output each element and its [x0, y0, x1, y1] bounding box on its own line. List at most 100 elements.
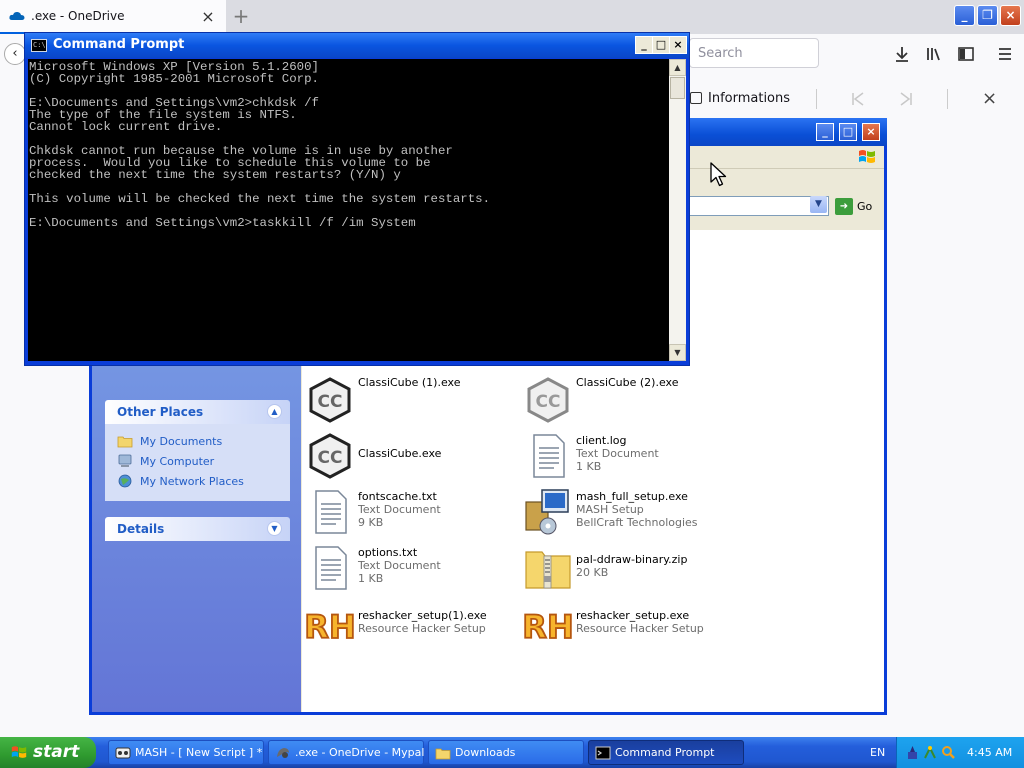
network-tray-icon[interactable] [923, 745, 938, 760]
file-type: Text Document [358, 503, 441, 516]
taskbar-button-label: Downloads [455, 746, 516, 759]
go-arrow-icon[interactable]: ➜ [835, 198, 853, 215]
place-my-network-places[interactable]: My Network Places [117, 473, 287, 491]
file-item[interactable]: mash_full_setup.exe MASH Setup BellCraft… [524, 488, 734, 538]
explorer-close-button[interactable]: × [862, 123, 880, 141]
place-label: My Computer [140, 455, 215, 468]
svg-text:CC: CC [318, 392, 343, 412]
tab-strip: .exe - OneDrive × + _ ❐ × [0, 0, 1024, 34]
file-item[interactable]: CC ClassiCube (1).exe [306, 376, 516, 426]
informations-label[interactable]: Informations [708, 91, 790, 106]
sidebar-icon[interactable] [956, 44, 976, 64]
file-size: 1 KB [576, 460, 602, 473]
browser-minimize-button[interactable]: _ [954, 5, 975, 26]
taskbar-button-label: MASH - [ New Script ] * [135, 746, 263, 759]
file-type: Text Document [576, 447, 659, 460]
previous-icon[interactable] [850, 91, 866, 107]
file-item[interactable]: RH reshacker_setup.exe Resource Hacker S… [524, 600, 734, 650]
other-places-panel: Other Places ▲ My Documents My Computer … [105, 400, 290, 501]
file-name: fontscache.txt [358, 490, 437, 503]
console-scrollbar[interactable]: ▲ ▼ [669, 59, 686, 361]
file-item[interactable]: client.log Text Document 1 KB [524, 432, 734, 482]
find-bar-close-icon[interactable]: × [982, 89, 997, 109]
taskbar-button-downloads[interactable]: Downloads [428, 740, 584, 765]
reshacker-icon: RH [524, 607, 572, 647]
windows-flag-icon [859, 150, 875, 163]
explorer-maximize-button[interactable]: □ [839, 123, 857, 141]
svg-text:RH: RH [524, 608, 572, 646]
taskbar-button-mash[interactable]: MASH - [ New Script ] * [108, 740, 264, 765]
clock[interactable]: 4:45 AM [967, 746, 1012, 759]
file-name: reshacker_setup(1).exe [358, 609, 487, 622]
details-header[interactable]: Details ▼ [105, 517, 290, 541]
zip-folder-icon [525, 551, 571, 589]
command-prompt-titlebar[interactable]: C:\ Command Prompt _ □ × [25, 33, 689, 58]
svg-text:RH: RH [306, 608, 354, 646]
cmd-close-button[interactable]: × [669, 36, 687, 54]
browser-restore-button[interactable]: ❐ [977, 5, 998, 26]
command-prompt-icon[interactable]: C:\ [31, 39, 47, 52]
scroll-up-icon[interactable]: ▲ [669, 59, 686, 76]
wizard-tray-icon[interactable] [905, 745, 920, 760]
back-button[interactable]: ‹ [4, 43, 26, 65]
file-item[interactable]: pal-ddraw-binary.zip 20 KB [524, 544, 734, 594]
find-bar-separator [816, 89, 817, 109]
file-item[interactable]: fontscache.txt Text Document 9 KB [306, 488, 516, 538]
menu-icon[interactable] [995, 44, 1015, 64]
file-name: mash_full_setup.exe [576, 490, 688, 503]
other-places-body: My Documents My Computer My Network Plac… [105, 424, 290, 501]
folder-icon [117, 436, 133, 448]
language-indicator[interactable]: EN [870, 746, 885, 759]
mypal-icon [277, 748, 289, 758]
tab-title: .exe - OneDrive [31, 9, 125, 23]
command-prompt-title: Command Prompt [53, 37, 185, 52]
other-places-header[interactable]: Other Places ▲ [105, 400, 290, 424]
mouse-cursor-icon [710, 162, 727, 187]
collapse-chevron-icon[interactable]: ▲ [267, 404, 282, 419]
file-type: Resource Hacker Setup [358, 622, 486, 635]
file-company: BellCraft Technologies [576, 516, 698, 529]
taskbar-button-mypal[interactable]: .exe - OneDrive - Mypal [268, 740, 424, 765]
scroll-thumb[interactable] [670, 77, 685, 99]
browser-close-button[interactable]: × [1000, 5, 1021, 26]
library-icon[interactable] [924, 44, 944, 64]
file-size: 9 KB [358, 516, 384, 529]
setup-icon [525, 489, 569, 535]
file-name: options.txt [358, 546, 418, 559]
new-tab-button[interactable]: + [230, 5, 252, 27]
browser-tab[interactable]: .exe - OneDrive × [0, 0, 226, 34]
file-item[interactable]: CC ClassiCube.exe [306, 432, 516, 482]
console-screen[interactable]: Microsoft Windows XP [Version 5.1.2600] … [28, 59, 669, 361]
taskbar-button-label: Command Prompt [615, 746, 715, 759]
computer-icon [118, 454, 132, 467]
download-icon[interactable] [892, 44, 912, 64]
tab-close-icon[interactable]: × [200, 9, 216, 25]
svg-text:CC: CC [318, 448, 343, 468]
file-type: Resource Hacker Setup [576, 622, 704, 635]
taskbar-button-command-prompt[interactable]: Command Prompt [588, 740, 744, 765]
file-item[interactable]: CC ClassiCube (2).exe [524, 376, 734, 426]
cmd-minimize-button[interactable]: _ [635, 36, 653, 54]
place-my-documents[interactable]: My Documents [117, 433, 287, 451]
place-label: My Documents [140, 435, 223, 448]
file-name: client.log [576, 434, 627, 447]
address-dropdown-icon[interactable]: ▼ [810, 196, 827, 213]
start-button[interactable]: start [0, 737, 96, 768]
file-item[interactable]: RH reshacker_setup(1).exe Resource Hacke… [306, 600, 516, 650]
next-icon[interactable] [898, 91, 914, 107]
file-item[interactable]: options.txt Text Document 1 KB [306, 544, 516, 594]
search-tray-icon[interactable] [941, 745, 956, 760]
find-bar-separator [947, 89, 948, 109]
search-input[interactable]: Search [689, 38, 819, 68]
go-button[interactable]: Go [857, 200, 872, 213]
explorer-minimize-button[interactable]: _ [816, 123, 834, 141]
expand-chevron-icon[interactable]: ▼ [267, 521, 282, 536]
file-name: ClassiCube.exe [358, 447, 442, 460]
scroll-down-icon[interactable]: ▼ [669, 344, 686, 361]
file-size: 20 KB [576, 566, 609, 579]
cmd-maximize-button[interactable]: □ [652, 36, 670, 54]
start-label: start [33, 742, 80, 762]
details-title: Details [117, 522, 165, 536]
classicube-icon: CC [527, 377, 569, 423]
place-my-computer[interactable]: My Computer [117, 453, 287, 471]
